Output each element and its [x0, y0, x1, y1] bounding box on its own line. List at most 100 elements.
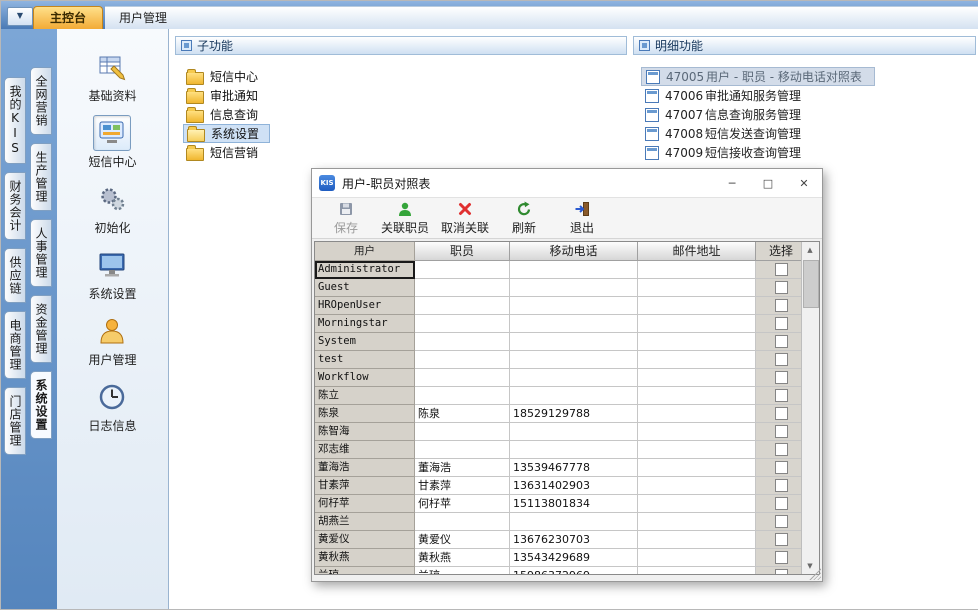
cell-select[interactable] — [756, 513, 801, 531]
module-tab[interactable]: 门店管理 — [4, 387, 26, 455]
exit-button[interactable]: 退出 — [554, 199, 610, 237]
cell-email[interactable] — [638, 567, 756, 574]
cell-select[interactable] — [756, 369, 801, 387]
cell-employee[interactable] — [415, 297, 510, 315]
table-row[interactable]: test — [315, 351, 801, 369]
table-row[interactable]: Workflow — [315, 369, 801, 387]
row-checkbox[interactable] — [775, 299, 788, 312]
row-checkbox[interactable] — [775, 443, 788, 456]
row-checkbox[interactable] — [775, 497, 788, 510]
cell-email[interactable] — [638, 459, 756, 477]
nav-item[interactable]: 初始化 — [94, 181, 132, 236]
tree-item[interactable]: 审批通知 — [183, 86, 268, 105]
cell-email[interactable] — [638, 423, 756, 441]
module-tab[interactable]: 资金管理 — [30, 295, 52, 363]
cell-mobile[interactable] — [510, 369, 638, 387]
row-checkbox[interactable] — [775, 515, 788, 528]
cell-select[interactable] — [756, 567, 801, 574]
cell-email[interactable] — [638, 315, 756, 333]
cell-mobile[interactable]: 13631402903 — [510, 477, 638, 495]
cell-select[interactable] — [756, 333, 801, 351]
cell-email[interactable] — [638, 333, 756, 351]
cell-mobile[interactable] — [510, 333, 638, 351]
cell-select[interactable] — [756, 441, 801, 459]
cell-email[interactable] — [638, 369, 756, 387]
cell-employee[interactable]: 陈泉 — [415, 405, 510, 423]
close-button[interactable]: ✕ — [786, 169, 822, 197]
tab-user-management[interactable]: 用户管理 — [105, 7, 181, 30]
cell-email[interactable] — [638, 513, 756, 531]
tree-item[interactable]: 短信营销 — [183, 143, 268, 162]
cell-user[interactable]: 陈立 — [315, 387, 415, 405]
cell-email[interactable] — [638, 477, 756, 495]
table-row[interactable]: Morningstar — [315, 315, 801, 333]
table-row[interactable]: 黄爱仪黄爱仪13676230703 — [315, 531, 801, 549]
table-row[interactable]: 邓志维 — [315, 441, 801, 459]
nav-item[interactable]: 用户管理 — [88, 313, 136, 368]
row-checkbox[interactable] — [775, 533, 788, 546]
cell-user[interactable]: 甘素萍 — [315, 477, 415, 495]
row-checkbox[interactable] — [775, 281, 788, 294]
cell-employee[interactable] — [415, 441, 510, 459]
cell-employee[interactable]: 董海浩 — [415, 459, 510, 477]
cell-email[interactable] — [638, 261, 756, 279]
detail-item[interactable]: 47007信息查询服务管理 — [641, 105, 813, 124]
cell-employee[interactable] — [415, 513, 510, 531]
table-scrollbar[interactable]: ▲ ▼ — [801, 242, 819, 574]
cell-select[interactable] — [756, 405, 801, 423]
table-row[interactable]: 陈泉陈泉18529129788 — [315, 405, 801, 423]
cell-select[interactable] — [756, 495, 801, 513]
cell-user[interactable]: Morningstar — [315, 315, 415, 333]
cell-email[interactable] — [638, 441, 756, 459]
minimize-button[interactable]: ─ — [714, 169, 750, 197]
cell-select[interactable] — [756, 459, 801, 477]
cell-user[interactable]: 黄秋燕 — [315, 549, 415, 567]
row-checkbox[interactable] — [775, 551, 788, 564]
row-checkbox[interactable] — [775, 461, 788, 474]
cell-user[interactable]: 兰琼 — [315, 567, 415, 574]
cell-mobile[interactable]: 13543429689 — [510, 549, 638, 567]
module-tab[interactable]: 系统设置 — [30, 371, 52, 439]
cell-user[interactable]: Workflow — [315, 369, 415, 387]
cell-mobile[interactable] — [510, 441, 638, 459]
nav-item[interactable]: 基础资料 — [88, 49, 136, 104]
column-header-email[interactable]: 邮件地址 — [638, 242, 756, 261]
cell-email[interactable] — [638, 387, 756, 405]
module-tab[interactable]: 财务会计 — [4, 172, 26, 240]
cell-user[interactable]: 邓志维 — [315, 441, 415, 459]
cell-select[interactable] — [756, 315, 801, 333]
cell-employee[interactable] — [415, 351, 510, 369]
cell-email[interactable] — [638, 405, 756, 423]
maximize-button[interactable]: □ — [750, 169, 786, 197]
cell-select[interactable] — [756, 477, 801, 495]
cell-user[interactable]: HROpenUser — [315, 297, 415, 315]
cell-mobile[interactable]: 15113801834 — [510, 495, 638, 513]
cell-select[interactable] — [756, 423, 801, 441]
table-row[interactable]: System — [315, 333, 801, 351]
cell-select[interactable] — [756, 531, 801, 549]
row-checkbox[interactable] — [775, 317, 788, 330]
module-tab[interactable]: 我的KIS — [4, 77, 26, 164]
cell-user[interactable]: Guest — [315, 279, 415, 297]
detail-item[interactable]: 47008短信发送查询管理 — [641, 124, 813, 143]
table-row[interactable]: 兰琼兰琼15986372969 — [315, 567, 801, 574]
scroll-up-icon[interactable]: ▲ — [802, 242, 818, 258]
cell-employee[interactable] — [415, 369, 510, 387]
unlink-button[interactable]: 取消关联 — [436, 199, 494, 237]
row-checkbox[interactable] — [775, 389, 788, 402]
save-button[interactable]: 保存 — [318, 199, 374, 237]
nav-item[interactable]: 短信中心 — [88, 115, 136, 170]
row-checkbox[interactable] — [775, 353, 788, 366]
cell-user[interactable]: 陈泉 — [315, 405, 415, 423]
cell-user[interactable]: 董海浩 — [315, 459, 415, 477]
cell-employee[interactable]: 何杍苹 — [415, 495, 510, 513]
tree-item[interactable]: 系统设置 — [183, 124, 270, 143]
tree-item[interactable]: 短信中心 — [183, 67, 268, 86]
detail-item[interactable]: 47005用户 - 职员 - 移动电话对照表 — [641, 67, 875, 86]
refresh-button[interactable]: 刷新 — [496, 199, 552, 237]
cell-employee[interactable]: 兰琼 — [415, 567, 510, 574]
cell-mobile[interactable]: 15986372969 — [510, 567, 638, 574]
cell-employee[interactable] — [415, 387, 510, 405]
cell-user[interactable]: 陈智海 — [315, 423, 415, 441]
column-header-employee[interactable]: 职员 — [415, 242, 510, 261]
